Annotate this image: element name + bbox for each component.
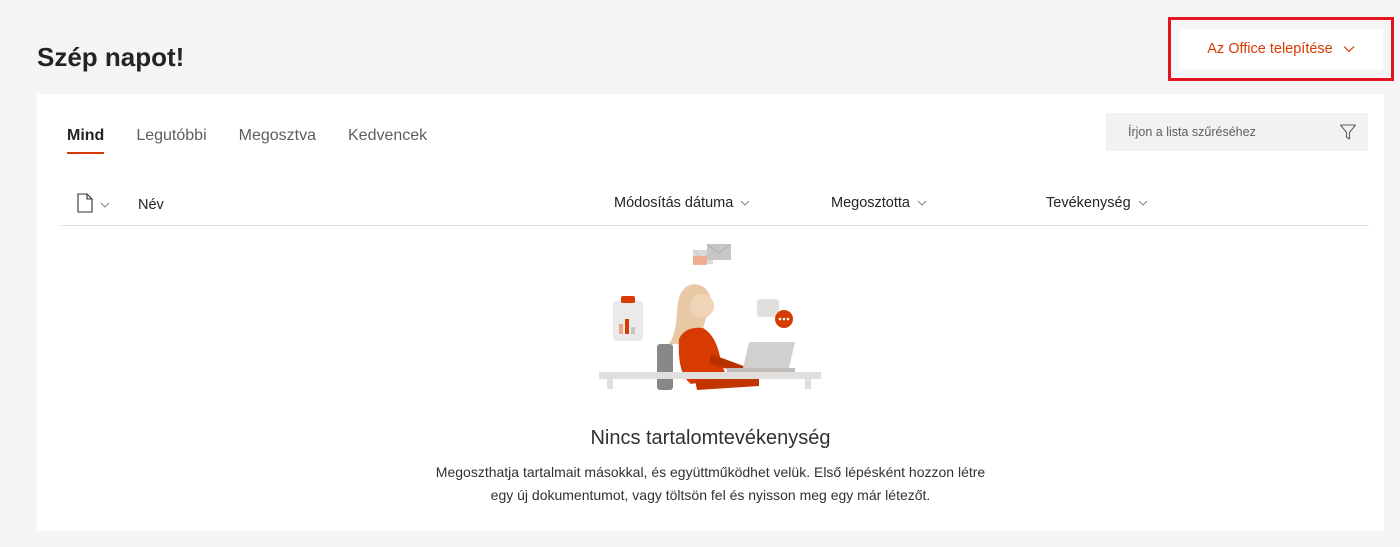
shared-by-column-header[interactable]: Megosztotta [831,195,927,211]
modified-column-header[interactable]: Módosítás dátuma [614,195,750,211]
install-office-label: Az Office telepítése [1207,41,1333,57]
tab-bar: Mind Legutóbbi Megosztva Kedvencek [67,127,427,154]
tab-shared[interactable]: Megosztva [239,127,316,154]
files-card: Mind Legutóbbi Megosztva Kedvencek Írjon… [37,94,1384,531]
modified-column-label: Módosítás dátuma [614,195,734,211]
list-header: Név Módosítás dátuma Megosztotta Tevéken… [61,193,1369,226]
empty-state-title: Nincs tartalomtevékenység [590,427,831,449]
chevron-down-icon [917,200,927,206]
chevron-down-icon [100,202,110,208]
install-office-button[interactable]: Az Office telepítése [1179,29,1383,69]
chevron-down-icon [1343,45,1355,53]
document-icon [77,193,93,217]
filter-icon[interactable] [1328,123,1368,141]
tab-favorites[interactable]: Kedvencek [348,127,427,154]
name-column-header[interactable]: Név [138,197,164,213]
file-type-column[interactable] [77,193,110,217]
chevron-down-icon [740,200,750,206]
empty-state-description-line: Megoszthatja tartalmait másokkal, és egy… [435,464,986,480]
name-column-label: Név [138,197,164,213]
install-office-highlight: Az Office telepítése [1168,17,1394,81]
filter-input[interactable]: Írjon a lista szűréséhez [1106,113,1368,151]
activity-column-label: Tevékenység [1046,195,1131,211]
filter-placeholder: Írjon a lista szűréséhez [1128,125,1256,139]
shared-by-column-label: Megosztotta [831,195,910,211]
empty-state-description-line: egy új dokumentumot, vagy töltsön fel és… [490,487,931,503]
tab-recent[interactable]: Legutóbbi [136,127,206,154]
empty-state-description: Megoszthatja tartalmait másokkal, és egy… [37,461,1384,507]
chevron-down-icon [1138,200,1148,206]
activity-column-header[interactable]: Tevékenység [1046,195,1148,211]
empty-state-illustration [599,243,829,404]
page-title: Szép napot! [37,42,185,72]
tab-all[interactable]: Mind [67,127,105,154]
